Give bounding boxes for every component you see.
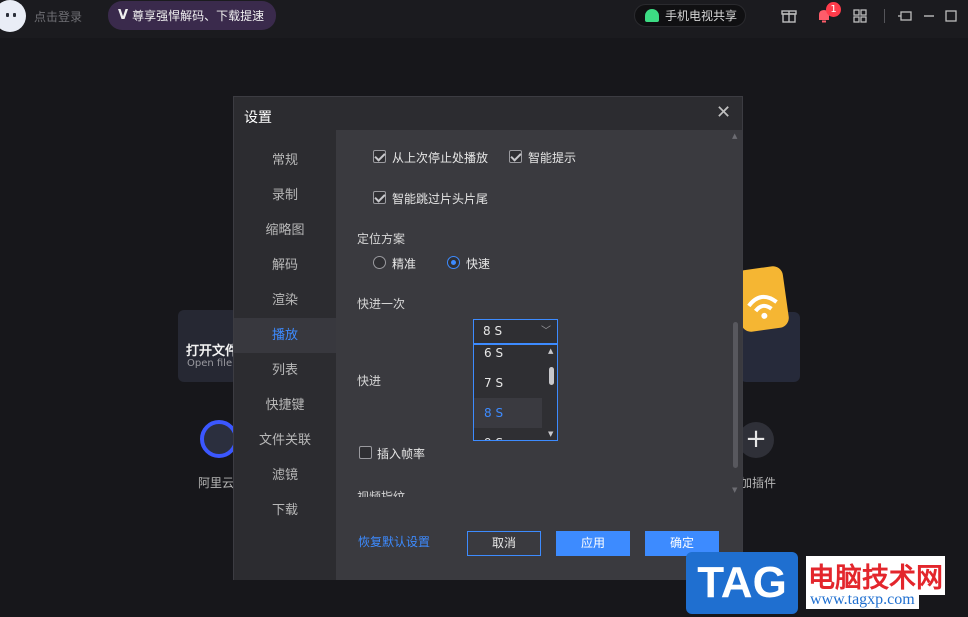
sidebar-item-thumbnail[interactable]: 缩略图 [234, 213, 336, 248]
smart-tip-checkbox[interactable] [509, 150, 522, 163]
avatar-eye [6, 13, 9, 17]
phone-tv-share-button[interactable]: 手机电视共享 [634, 4, 746, 27]
dialog-title: 设置 [244, 110, 272, 126]
sidebar-item-playback[interactable]: 播放 [234, 318, 336, 353]
sidebar-item-file-association[interactable]: 文件关联 [234, 423, 336, 458]
vip-label: 尊享强悍解码、下载提速 [132, 9, 265, 23]
mini-mode-icon[interactable] [896, 7, 914, 25]
seek-precise-radio[interactable] [373, 256, 386, 269]
dropdown-option-selected[interactable]: 8 S [474, 398, 542, 428]
sidebar-item-list[interactable]: 列表 [234, 353, 336, 388]
title-bar: 点击登录 V 尊享强悍解码、下载提速 手机电视共享 1 [0, 0, 968, 38]
settings-scrollbar[interactable]: ▲ ▼ [730, 130, 742, 500]
insert-frame-checkbox[interactable] [359, 446, 372, 459]
watermark-url: www.tagxp.com [806, 591, 919, 609]
add-plugin-label: 加插件 [740, 476, 777, 490]
restore-defaults-link[interactable]: 恢复默认设置 [358, 533, 430, 550]
sidebar-item-decode[interactable]: 解码 [234, 248, 336, 283]
avatar[interactable] [0, 0, 26, 32]
smart-tip-label: 智能提示 [528, 151, 577, 165]
forward-section-title: 快进一次 [357, 297, 406, 311]
settings-dialog: 设置 ✕ 常规 录制 缩略图 解码 渲染 播放 列表 快捷键 文件关联 滤镜 下… [233, 96, 743, 580]
dialog-header: 设置 ✕ [234, 97, 742, 130]
avatar-eye [13, 13, 16, 17]
scroll-up-icon[interactable]: ▲ [732, 132, 737, 140]
scroll-up-icon[interactable]: ▲ [548, 347, 553, 355]
scroll-down-icon[interactable]: ▼ [548, 430, 553, 438]
aliyun-label: 阿里云 [198, 476, 235, 490]
title-bar-divider [884, 9, 885, 23]
skip-intro-label: 智能跳过片头片尾 [392, 192, 489, 206]
resume-label: 从上次停止处播放 [392, 151, 489, 165]
forward-step-value: 8 S [483, 324, 503, 338]
watermark-logo: TAG [686, 552, 798, 614]
forward-step-dropdown: 6 S 7 S 8 S 9 S ▲ ▼ [473, 344, 558, 441]
apps-icon[interactable] [851, 7, 869, 25]
open-file-sublabel: Open file [187, 358, 233, 369]
dropdown-option[interactable]: 6 S [474, 345, 542, 368]
fingerprint-section-title: 视频指纹 [357, 490, 406, 497]
minimize-icon[interactable] [920, 7, 938, 25]
resume-checkbox[interactable] [373, 150, 386, 163]
sidebar-item-general[interactable]: 常规 [234, 143, 336, 178]
notification-badge: 1 [826, 2, 841, 17]
seek-fast-radio[interactable] [447, 256, 460, 269]
gift-icon[interactable] [780, 7, 798, 25]
add-plugin-icon[interactable]: + [738, 422, 774, 458]
seek-precise-label: 精准 [392, 257, 417, 271]
dropdown-option[interactable]: 7 S [474, 368, 542, 398]
settings-sidebar: 常规 录制 缩略图 解码 渲染 播放 列表 快捷键 文件关联 滤镜 下载 [234, 130, 336, 580]
sidebar-item-shortcuts[interactable]: 快捷键 [234, 388, 336, 423]
dropdown-scrollbar[interactable]: ▲ ▼ [546, 345, 557, 440]
chevron-down-icon: ﹀ [541, 326, 551, 337]
settings-panel: 从上次停止处播放 智能提示 智能跳过片头片尾 定位方案 精准 快速 快进一次 快… [336, 130, 742, 580]
insert-frame-label: 插入帧率 [377, 447, 426, 461]
dropdown-scroll-thumb[interactable] [549, 367, 554, 385]
vip-logo-icon: V [118, 8, 129, 23]
watermark-site-name: 电脑技术网 [806, 556, 945, 595]
seek-fast-label: 快速 [466, 257, 491, 271]
dropdown-option[interactable]: 9 S [474, 428, 542, 440]
apply-button[interactable]: 应用 [556, 531, 630, 556]
settings-scroll-thumb[interactable] [733, 322, 738, 468]
sidebar-item-filters[interactable]: 滤镜 [234, 458, 336, 493]
open-file-label: 打开文件 [186, 344, 239, 359]
sidebar-item-download[interactable]: 下载 [234, 493, 336, 528]
login-link[interactable]: 点击登录 [34, 8, 82, 25]
cancel-button[interactable]: 取消 [467, 531, 541, 556]
skip-intro-checkbox[interactable] [373, 191, 386, 204]
scroll-down-icon[interactable]: ▼ [732, 486, 737, 494]
forward-step-select[interactable]: 8 S ﹀ [473, 319, 558, 344]
share-label: 手机电视共享 [665, 9, 738, 23]
partial-section-title: 快进 [357, 374, 382, 388]
close-icon[interactable]: ✕ [716, 104, 731, 122]
android-icon [645, 9, 659, 22]
maximize-icon[interactable] [942, 7, 960, 25]
sidebar-item-render[interactable]: 渲染 [234, 283, 336, 318]
sidebar-item-record[interactable]: 录制 [234, 178, 336, 213]
seek-section-title: 定位方案 [357, 232, 406, 246]
vip-banner[interactable]: V 尊享强悍解码、下载提速 [108, 1, 276, 30]
